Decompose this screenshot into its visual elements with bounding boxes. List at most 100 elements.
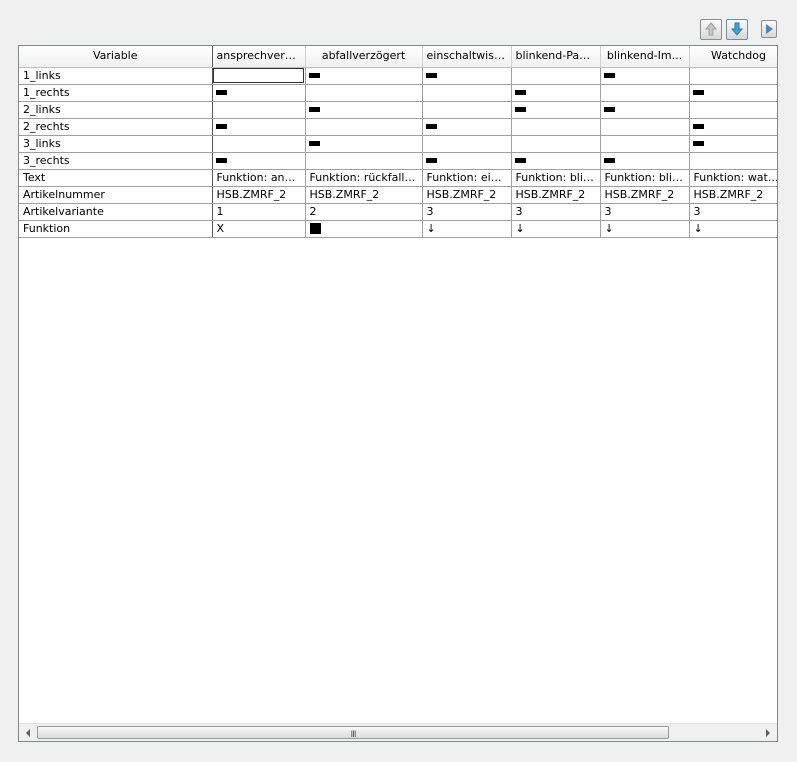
move-down-button[interactable] (726, 19, 748, 40)
row-header[interactable]: 3_rechts (19, 152, 213, 170)
dash-mark-icon (514, 107, 526, 112)
table-cell[interactable]: X (212, 220, 306, 238)
next-button[interactable] (761, 20, 777, 38)
table-cell[interactable]: HSB.ZMRF_2 (212, 186, 306, 204)
table-cell[interactable]: Funktion: ein... (422, 169, 512, 187)
column-header-variable[interactable]: Variable (19, 46, 213, 68)
table-cell[interactable]: 2 (305, 203, 423, 221)
scroll-right-icon[interactable] (764, 728, 772, 738)
table-cell[interactable] (600, 118, 690, 136)
table-cell[interactable]: 1 (212, 203, 306, 221)
table-cell[interactable] (422, 67, 512, 85)
table-cell[interactable] (689, 152, 777, 170)
table-cell[interactable]: ↓ (422, 220, 512, 238)
dash-mark-icon (425, 158, 437, 163)
row-header[interactable]: 2_rechts (19, 118, 213, 136)
table-cell[interactable]: HSB.ZMRF_2 (689, 186, 777, 204)
table-cell[interactable] (689, 118, 777, 136)
table-cell[interactable] (305, 67, 423, 85)
table-cell[interactable] (689, 135, 777, 153)
row-header[interactable]: Artikelnummer (19, 186, 213, 204)
row-header[interactable]: 1_links (19, 67, 213, 85)
table-cell[interactable] (305, 101, 423, 119)
row-header[interactable]: 3_links (19, 135, 213, 153)
row-header[interactable]: Text (19, 169, 213, 187)
table-cell[interactable]: ↓ (511, 220, 601, 238)
table-cell[interactable] (511, 101, 601, 119)
column-header[interactable]: ansprechverz... (212, 46, 306, 68)
dash-mark-icon (514, 90, 526, 95)
column-header[interactable]: abfallverzögert (305, 46, 423, 68)
table-cell[interactable] (511, 135, 601, 153)
table-cell[interactable] (422, 118, 512, 136)
table-cell[interactable] (305, 84, 423, 102)
table-cell[interactable] (511, 152, 601, 170)
table-cell[interactable] (422, 152, 512, 170)
table-cell[interactable]: HSB.ZMRF_2 (511, 186, 601, 204)
table-cell[interactable]: Funktion: blin... (511, 169, 601, 187)
table-cell[interactable]: HSB.ZMRF_2 (422, 186, 512, 204)
table-row: Funktion X ↓ ↓ ↓ ↓ (19, 220, 777, 238)
table-cell[interactable]: HSB.ZMRF_2 (305, 186, 423, 204)
table-cell[interactable] (305, 152, 423, 170)
table-row: 3_rechts (19, 152, 777, 170)
table-cell[interactable] (212, 67, 306, 85)
table-cell[interactable] (689, 84, 777, 102)
move-up-button[interactable] (700, 19, 722, 40)
table-cell[interactable] (212, 135, 306, 153)
table-cell[interactable]: 3 (689, 203, 777, 221)
table-cell[interactable] (212, 152, 306, 170)
dash-mark-icon (308, 73, 320, 78)
table-cell[interactable] (600, 67, 690, 85)
table-cell[interactable]: Funktion: blin... (600, 169, 690, 187)
dash-mark-icon (603, 107, 615, 112)
table-cell[interactable] (600, 152, 690, 170)
table-cell[interactable] (511, 67, 601, 85)
table-cell[interactable] (212, 84, 306, 102)
table-cell[interactable] (212, 101, 306, 119)
table-cell[interactable] (305, 135, 423, 153)
table-cell[interactable] (422, 84, 512, 102)
table-cell[interactable] (511, 84, 601, 102)
arrow-up-icon (704, 22, 718, 36)
column-header[interactable]: blinkend-Pau... (511, 46, 601, 68)
row-header[interactable]: Funktion (19, 220, 213, 238)
table-cell[interactable] (600, 84, 690, 102)
table-cell[interactable]: Funktion: ans... (212, 169, 306, 187)
table-cell[interactable] (689, 101, 777, 119)
table-cell[interactable] (422, 135, 512, 153)
table-cell[interactable]: ↓ (689, 220, 777, 238)
column-header[interactable]: Watchdog (689, 46, 777, 68)
table-cell[interactable] (305, 118, 423, 136)
toolbar (700, 19, 790, 41)
column-header[interactable]: einschaltwisc... (422, 46, 512, 68)
dash-mark-icon (215, 124, 227, 129)
table-cell[interactable]: HSB.ZMRF_2 (600, 186, 690, 204)
table-cell[interactable] (511, 118, 601, 136)
table-cell[interactable] (422, 101, 512, 119)
table-cell[interactable]: Funktion: rückfallv... (305, 169, 423, 187)
table-row: 2_rechts (19, 118, 777, 136)
table-cell[interactable]: 3 (511, 203, 601, 221)
row-header[interactable]: Artikelvariante (19, 203, 213, 221)
scroll-left-icon[interactable] (24, 728, 32, 738)
table-cell[interactable] (600, 101, 690, 119)
row-header[interactable]: 1_rechts (19, 84, 213, 102)
column-header[interactable]: blinkend-Im... (600, 46, 690, 68)
table-cell[interactable] (305, 220, 423, 238)
table-row: 3_links (19, 135, 777, 153)
play-right-icon (766, 24, 773, 34)
table-cell[interactable]: Funktion: wat... (689, 169, 777, 187)
table-cell[interactable] (212, 118, 306, 136)
square-icon (309, 222, 321, 234)
row-header[interactable]: 2_links (19, 101, 213, 119)
table-cell[interactable] (600, 135, 690, 153)
scrollbar-thumb[interactable]: III (37, 726, 669, 740)
table-cell[interactable]: 3 (422, 203, 512, 221)
table-cell[interactable]: 3 (600, 203, 690, 221)
table-cell[interactable] (689, 67, 777, 85)
table-cell[interactable]: ↓ (600, 220, 690, 238)
dash-mark-icon (308, 141, 320, 146)
horizontal-scrollbar[interactable]: III (19, 723, 777, 741)
dash-mark-icon (603, 158, 615, 163)
